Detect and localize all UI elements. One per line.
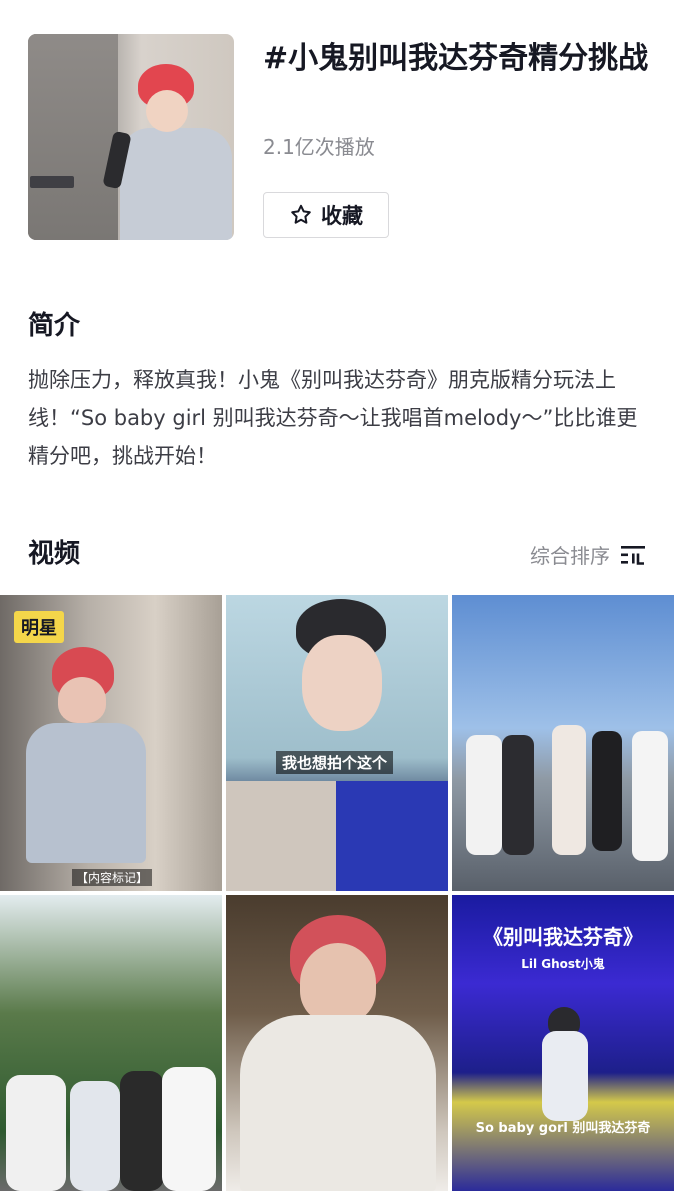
video-grid: 明星 【内容标记】 我也想拍个这个 《别叫我达芬奇》 Lil Ghost小鬼 S…	[0, 595, 674, 1191]
sort-filter-icon	[621, 545, 645, 565]
challenge-cover-image[interactable]	[28, 34, 234, 240]
video-caption: 我也想拍个这个	[276, 751, 394, 774]
video-tile-2[interactable]: 我也想拍个这个	[226, 595, 448, 891]
video-tile-5[interactable]	[226, 895, 448, 1191]
video-caption-artist: Lil Ghost小鬼	[521, 957, 605, 971]
sort-button[interactable]: 综合排序	[530, 540, 646, 569]
star-outline-icon	[291, 204, 311, 224]
intro-text: 抛除压力，释放真我！小鬼《别叫我达芬奇》朋克版精分玩法上线！“So baby g…	[28, 368, 638, 468]
video-caption: 【内容标记】	[72, 869, 153, 886]
play-count: 2.1亿次播放	[263, 135, 375, 159]
video-caption-lyric: So baby gorl 别叫我达芬奇	[475, 1121, 651, 1136]
video-tile-1[interactable]: 明星 【内容标记】	[0, 595, 222, 891]
challenge-header: #小鬼别叫我达芬奇精分挑战 2.1亿次播放 收藏	[0, 0, 674, 260]
favorite-label: 收藏	[321, 204, 363, 228]
favorite-button[interactable]: 收藏	[263, 192, 389, 238]
sort-label: 综合排序	[530, 544, 610, 568]
challenge-title: #小鬼别叫我达芬奇精分挑战	[263, 41, 649, 76]
video-tile-6[interactable]: 《别叫我达芬奇》 Lil Ghost小鬼 So baby gorl 别叫我达芬奇	[452, 895, 674, 1191]
celebrity-badge: 明星	[14, 611, 64, 643]
video-tile-4[interactable]	[0, 895, 222, 1191]
videos-heading: 视频	[28, 539, 81, 569]
video-caption-title: 《别叫我达芬奇》	[483, 925, 643, 949]
intro-heading: 简介	[28, 311, 81, 341]
video-tile-3[interactable]	[452, 595, 674, 891]
